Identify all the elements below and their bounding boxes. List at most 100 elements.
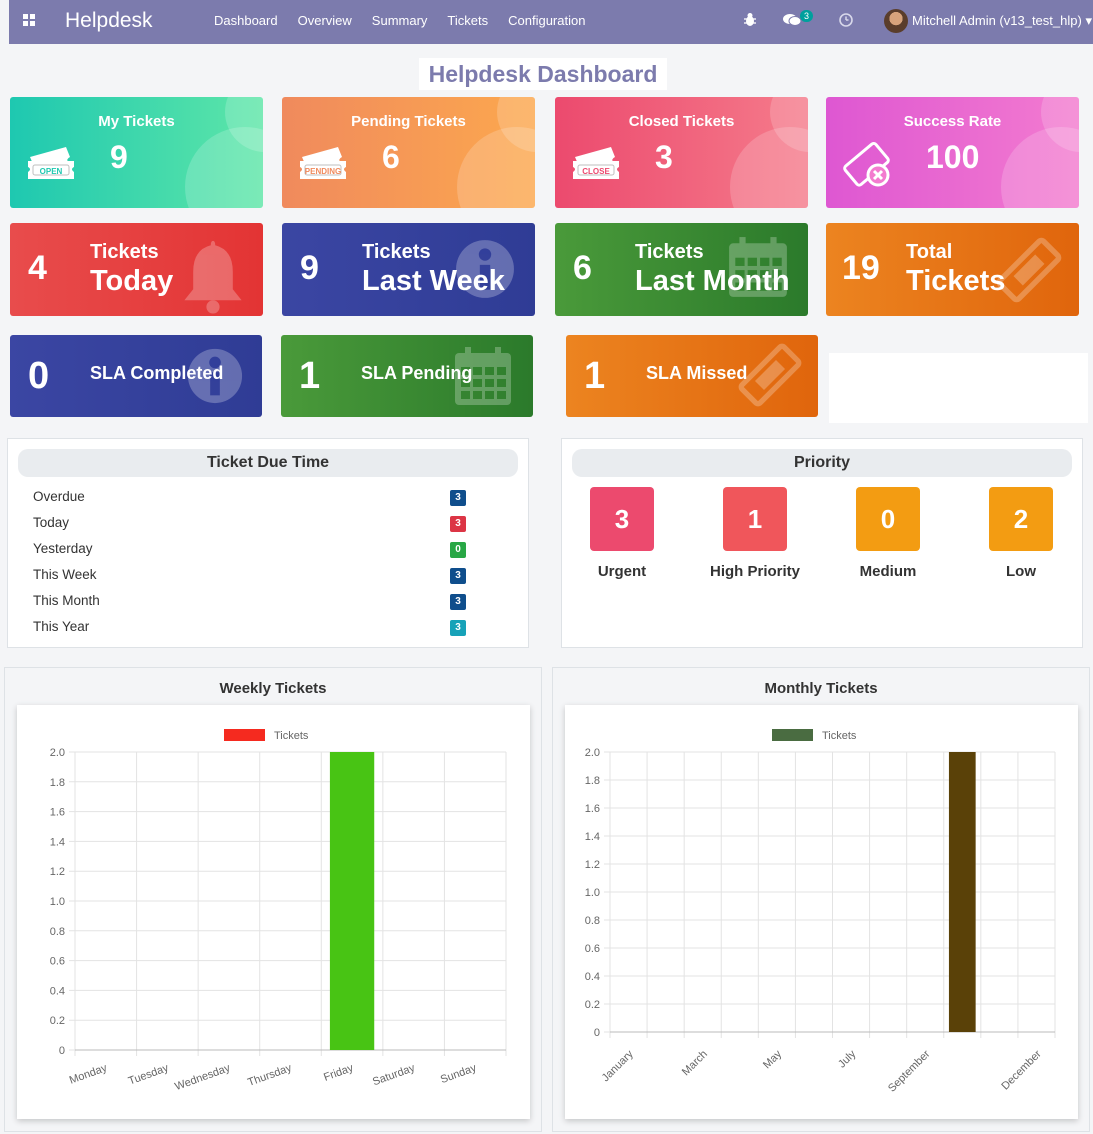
due-row-count-badge[interactable]: 3: [450, 620, 466, 636]
x-tick-label: July: [836, 1048, 859, 1071]
monthly-tickets-panel: Monthly Tickets Tickets 0 0.2 0.4 0.6 0.8 1.0 1…: [552, 667, 1090, 1132]
y-tick-label: 0.6: [585, 943, 600, 955]
x-tick-label: Friday: [322, 1062, 355, 1084]
menu-tickets[interactable]: Tickets: [447, 13, 488, 28]
y-tick-label: 1.6: [585, 803, 600, 815]
x-tick-label: Thursday: [246, 1062, 294, 1089]
apps-menu-icon[interactable]: [23, 14, 37, 28]
due-row-count-badge[interactable]: 0: [450, 542, 466, 558]
caret-down-icon: ▾: [1085, 13, 1092, 28]
sla-card-count: 0: [28, 355, 50, 397]
due-row-count-badge[interactable]: 3: [450, 568, 466, 584]
priority-count-tile[interactable]: 3: [590, 487, 654, 551]
due-row-label: This Week: [33, 567, 97, 582]
stat-card-label: Success Rate: [903, 113, 1002, 130]
stat-card-value: 100: [926, 139, 980, 175]
sla-card-sla-completed[interactable]: 0 SLA Completed: [10, 335, 262, 417]
sla-card-label: SLA Missed: [646, 363, 748, 383]
x-tick-label: January: [600, 1048, 637, 1085]
period-card-line2: Tickets: [906, 265, 1006, 297]
stat-card-my-tickets[interactable]: My Tickets 9 OPEN: [10, 97, 263, 208]
stat-card-closed-tickets[interactable]: Closed Tickets 3 CLOSE: [555, 97, 808, 208]
menu-configuration[interactable]: Configuration: [508, 13, 585, 28]
y-tick-label: 1.4: [50, 836, 65, 848]
weekly-chart-title: Weekly Tickets: [219, 680, 327, 697]
x-tick-label: March: [680, 1048, 710, 1078]
menu-summary[interactable]: Summary: [372, 13, 428, 28]
y-tick-label: 0.8: [50, 926, 65, 938]
y-tick-label: 0.4: [50, 985, 65, 997]
x-tick-label: December: [999, 1048, 1044, 1093]
stat-card-success-rate[interactable]: Success Rate 100: [826, 97, 1079, 208]
stat-card-label: Pending Tickets: [351, 113, 466, 130]
period-card-line1: Total: [906, 241, 953, 263]
y-tick-label: 1.0: [50, 896, 65, 908]
period-card-tickets[interactable]: 19 Total Tickets: [826, 223, 1079, 316]
user-menu[interactable]: Mitchell Admin (v13_test_hlp) ▾: [912, 13, 1092, 29]
app-brand: Helpdesk: [65, 9, 153, 32]
y-tick-label: 0.8: [585, 915, 600, 927]
user-avatar[interactable]: [884, 9, 908, 33]
ticket-stamp-text: CLOSE: [582, 167, 610, 176]
priority-count-tile[interactable]: 2: [989, 487, 1053, 551]
y-tick-label: 2.0: [585, 747, 600, 759]
due-row-count-badge[interactable]: 3: [450, 490, 466, 506]
priority-count-tile[interactable]: 1: [723, 487, 787, 551]
bug-icon[interactable]: [743, 12, 757, 28]
y-tick-label: 1.2: [585, 859, 600, 871]
period-card-count: 4: [28, 249, 47, 287]
sla-card-label: SLA Pending: [361, 363, 473, 383]
stat-card-value: 9: [110, 139, 128, 175]
legend-swatch: [224, 729, 265, 741]
stat-card-label: My Tickets: [98, 113, 175, 130]
y-tick-label: 0.2: [50, 1015, 65, 1027]
due-row-count-badge[interactable]: 3: [450, 516, 466, 532]
user-name: Mitchell Admin (v13_test_hlp): [912, 13, 1082, 28]
empty-card-slot: [829, 353, 1088, 423]
period-card-today[interactable]: 4 Tickets Today: [10, 223, 263, 316]
due-row-count-badge[interactable]: 3: [450, 594, 466, 610]
y-tick-label: 0: [594, 1027, 600, 1039]
due-row-label: Overdue: [33, 489, 85, 504]
y-tick-label: 1.8: [50, 777, 65, 789]
menu-overview[interactable]: Overview: [298, 13, 352, 28]
period-card-line1: Tickets: [635, 241, 704, 263]
menu-dashboard[interactable]: Dashboard: [214, 13, 278, 28]
sla-card-count: 1: [299, 355, 321, 397]
stat-card-value: 6: [382, 139, 400, 175]
bar-friday: [329, 752, 375, 1050]
bar-october: [948, 752, 976, 1032]
priority-panel: Priority 3 Urgent 1 High Priority 0 Medium 2 Lo…: [561, 438, 1083, 648]
y-tick-label: 0: [59, 1045, 65, 1057]
x-tick-label: Wednesday: [173, 1062, 232, 1093]
y-tick-label: 1.0: [585, 887, 600, 899]
weekly-tickets-chart: Tickets 0 0.2 0.4 0.6 0.8 1.0 1.2 1.4 1.6 1.8 2.0 Mo…: [50, 729, 507, 1093]
clock-icon[interactable]: [839, 13, 853, 27]
ticket-due-time-panel: Ticket Due Time Overdue 3 Today 3 Yesterday 0…: [7, 438, 529, 648]
x-tick-label: Monday: [68, 1062, 109, 1087]
legend-label: Tickets: [822, 730, 857, 742]
chart-legend: Tickets: [224, 729, 309, 742]
y-tick-label: 0.6: [50, 956, 65, 968]
monthly-chart-title: Monthly Tickets: [764, 680, 878, 697]
stat-card-label: Closed Tickets: [628, 113, 735, 130]
chart-legend: Tickets: [772, 729, 857, 742]
period-card-last-week[interactable]: 9 Tickets Last Week: [282, 223, 535, 316]
monthly-chart-box: Tickets 0 0.2 0.4 0.6 0.8 1.0 1.2 1.4 1.6 1.8 2.0 Ja…: [565, 705, 1078, 1119]
monthly-tickets-chart: Tickets 0 0.2 0.4 0.6 0.8 1.0 1.2 1.4 1.6 1.8 2.0 Ja…: [585, 729, 1056, 1095]
weekly-tickets-panel: Weekly Tickets Tickets 0 0.2 0.4 0.6 0.8 1.0 1.…: [4, 667, 542, 1132]
period-card-count: 6: [573, 249, 592, 287]
due-row-label: Yesterday: [33, 541, 93, 556]
ticket-stamp-text: OPEN: [39, 167, 63, 176]
sla-card-sla-pending[interactable]: 1 SLA Pending: [281, 335, 533, 417]
priority-label: Medium: [859, 563, 917, 580]
due-row-label: This Year: [33, 619, 90, 634]
y-tick-label: 1.8: [585, 775, 600, 787]
messages-count-badge: 3: [800, 10, 814, 22]
chat-icon[interactable]: [783, 13, 801, 27]
y-tick-label: 1.2: [50, 866, 65, 878]
sla-card-sla-missed[interactable]: 1 SLA Missed: [566, 335, 818, 417]
priority-count-tile[interactable]: 0: [856, 487, 920, 551]
stat-card-pending-tickets[interactable]: Pending Tickets 6 PENDING: [282, 97, 535, 208]
period-card-last-month[interactable]: 6 Tickets Last Month: [555, 223, 808, 316]
